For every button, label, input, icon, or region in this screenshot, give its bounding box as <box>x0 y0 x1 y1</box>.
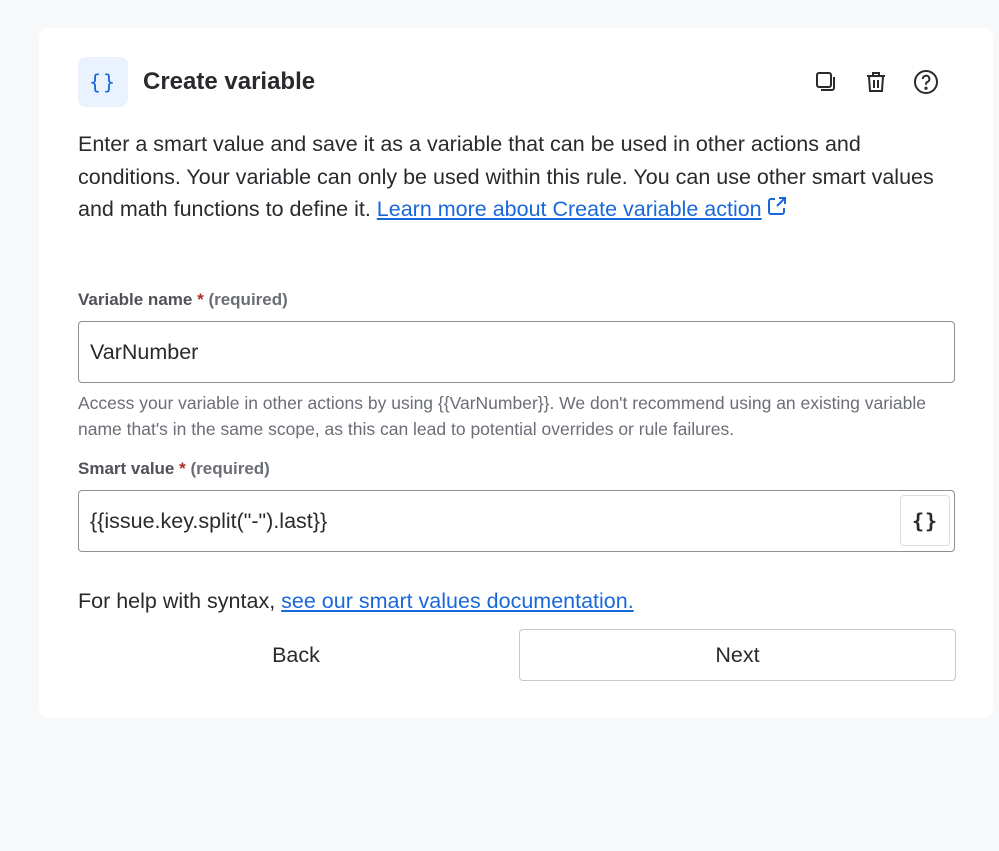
smart-values-doc-link[interactable]: see our smart values documentation. <box>281 589 634 613</box>
trash-icon[interactable] <box>858 64 894 100</box>
required-asterisk: * <box>179 459 186 478</box>
learn-more-link-text: Learn more about Create variable action <box>376 197 762 221</box>
required-text: (required) <box>208 290 288 309</box>
syntax-help-text: For help with syntax, <box>78 589 282 613</box>
variable-name-input[interactable]: VarNumber <box>78 321 955 383</box>
description: Enter a smart value and save it as a var… <box>78 128 954 227</box>
variable-name-helper: Access your variable in other actions by… <box>78 393 927 439</box>
curly-braces-icon: {} <box>78 57 128 107</box>
create-variable-card: {} Create variable Enter a smart value a… <box>39 28 993 718</box>
header-actions <box>808 64 944 100</box>
smart-value-label-text: Smart value <box>78 459 175 478</box>
duplicate-icon[interactable] <box>808 64 844 100</box>
syntax-help: For help with syntax, see our smart valu… <box>78 589 634 614</box>
back-button[interactable]: Back <box>78 629 514 681</box>
insert-smart-value-button[interactable]: {} <box>900 495 950 546</box>
external-link-icon <box>766 194 788 227</box>
required-text: (required) <box>190 459 270 478</box>
card-title: Create variable <box>143 68 316 95</box>
smart-value-value: {{issue.key.split("-").last}} <box>90 508 328 533</box>
help-icon[interactable] <box>908 64 944 100</box>
required-asterisk: * <box>197 290 204 309</box>
next-button[interactable]: Next <box>519 629 956 681</box>
smart-value-label: Smart value * (required) <box>78 459 270 479</box>
variable-name-value: VarNumber <box>90 339 199 364</box>
variable-name-label: Variable name * (required) <box>78 290 288 310</box>
variable-name-label-text: Variable name <box>78 290 193 309</box>
learn-more-link[interactable]: Learn more about Create variable action <box>377 197 762 221</box>
smart-value-input[interactable]: {{issue.key.split("-").last}} {} <box>78 490 955 552</box>
card-header: {} Create variable <box>78 57 944 107</box>
